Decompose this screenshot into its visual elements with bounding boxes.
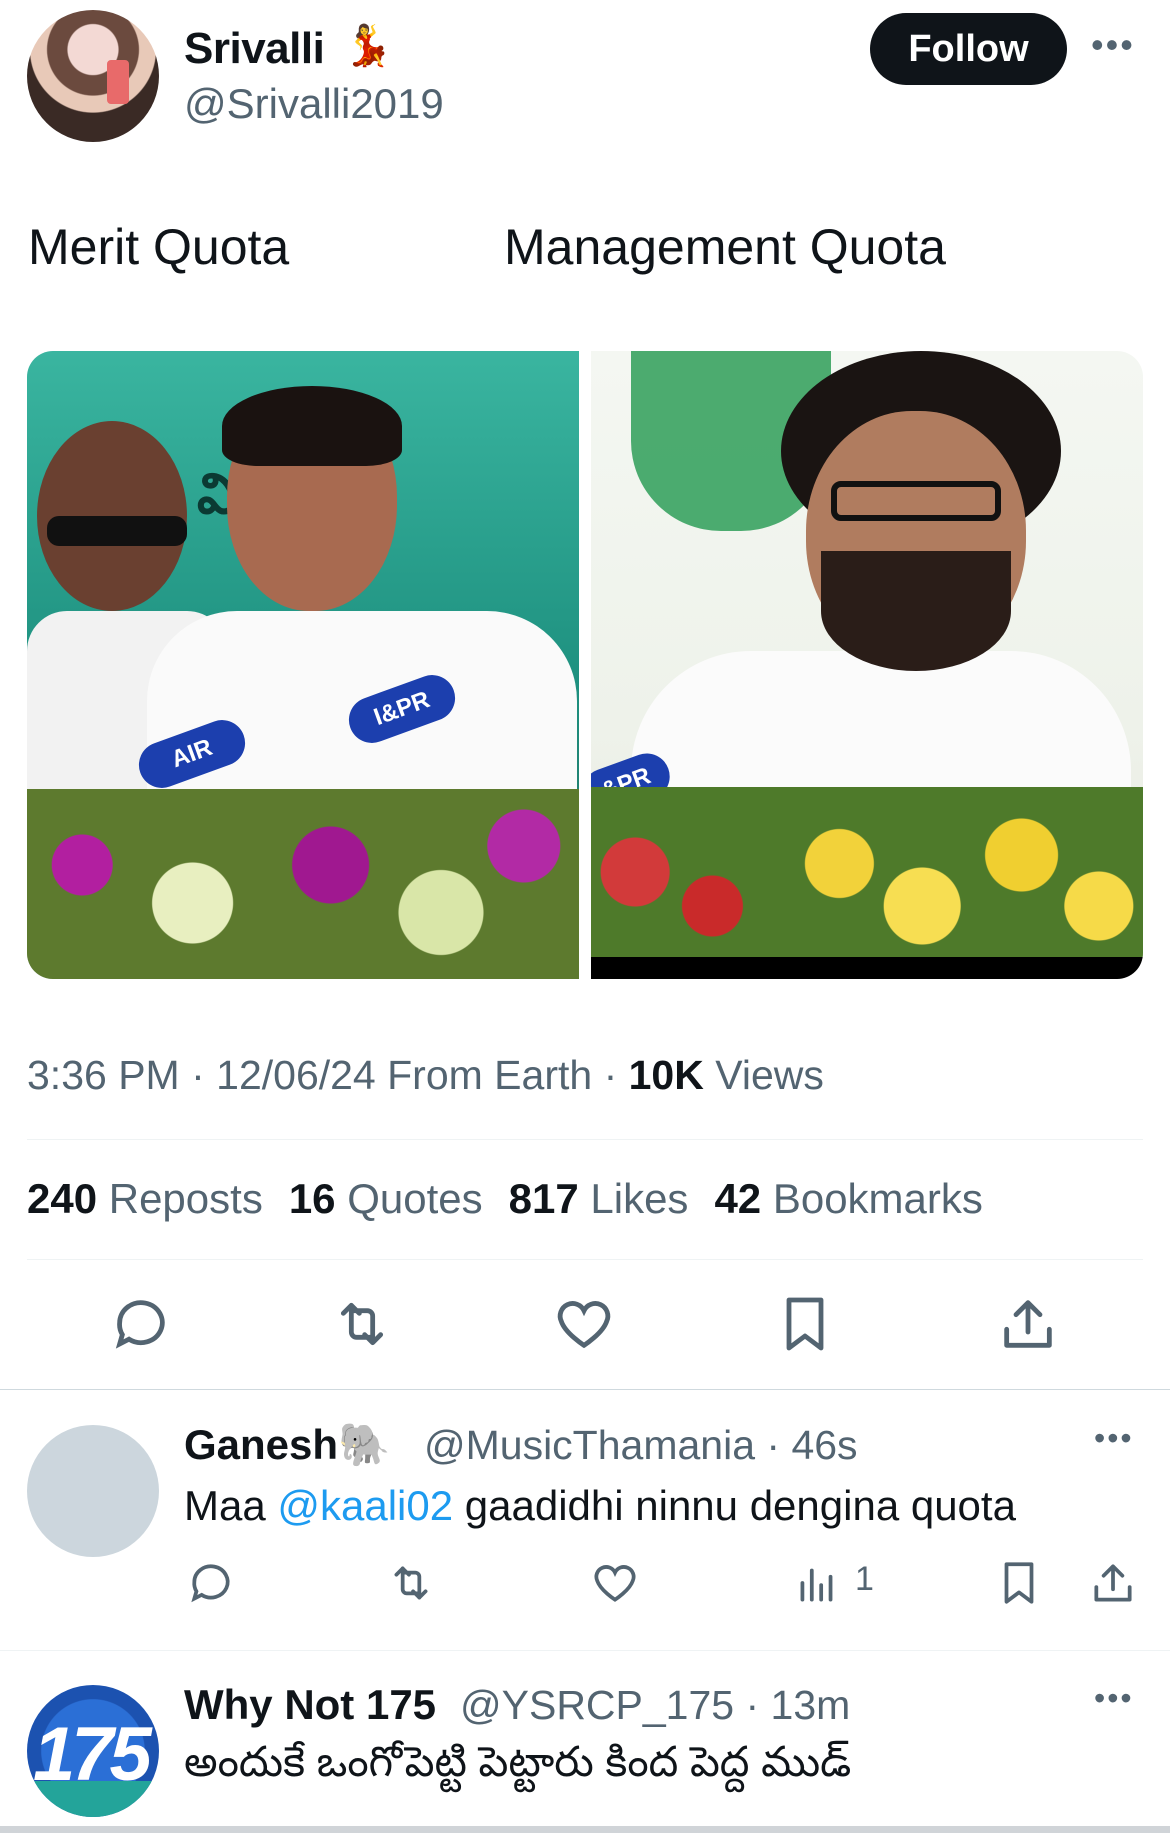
views-count: 1	[855, 1560, 874, 1598]
more-icon[interactable]: •••	[1094, 1420, 1134, 1457]
bookmark-icon[interactable]	[773, 1292, 837, 1356]
reply-text: Maa @kaali02 gaadidhi ninnu dengina quot…	[184, 1482, 1016, 1529]
more-icon[interactable]: •••	[1091, 24, 1135, 66]
like-icon[interactable]	[590, 1558, 640, 1608]
author-avatar[interactable]	[27, 10, 159, 142]
reply-avatar[interactable]: 175	[27, 1685, 159, 1817]
stat-reposts[interactable]: 240 Reposts	[27, 1175, 263, 1223]
tweet-text-merit: Merit Quota	[28, 219, 290, 275]
reply-author-name[interactable]: Ganesh🐘	[184, 1421, 390, 1470]
elephant-emoji-icon: 🐘	[338, 1421, 391, 1468]
tweet-actions	[0, 1292, 1170, 1362]
stat-quotes[interactable]: 16 Quotes	[289, 1175, 483, 1223]
tweet-meta: 3:36 PM · 12/06/24 From Earth · 10K View…	[27, 1052, 824, 1098]
divider	[0, 1650, 1170, 1651]
reply-mention[interactable]: @kaali02	[277, 1482, 453, 1529]
media-image-left[interactable]: విలక AIR I&PR	[27, 351, 579, 979]
tweet-header: Srivalli 💃 @Srivalli2019 Follow •••	[27, 10, 1143, 150]
share-icon[interactable]	[996, 1292, 1060, 1356]
reply-text: అందుకే ఒంగోపెట్టి పెట్టారు కింద పెద్ద ము…	[184, 1738, 852, 1785]
author-name[interactable]: Srivalli	[184, 24, 325, 74]
reply-handle[interactable]: @MusicThamania · 46s	[424, 1422, 858, 1469]
divider	[27, 1139, 1143, 1140]
views-icon[interactable]	[792, 1558, 842, 1608]
divider	[27, 1259, 1143, 1260]
stat-likes[interactable]: 817 Likes	[509, 1175, 689, 1223]
tweet-stats: 240 Reposts 16 Quotes 817 Likes 42 Bookm…	[27, 1175, 983, 1223]
scroll-edge	[0, 1826, 1170, 1833]
views-label: Views	[703, 1052, 824, 1098]
reply-time: · 13m	[734, 1682, 851, 1728]
tweet-date[interactable]: 12/06/24	[216, 1052, 376, 1098]
tweet-time[interactable]: 3:36 PM	[27, 1052, 180, 1098]
author-handle[interactable]: @Srivalli2019	[184, 80, 444, 128]
share-icon[interactable]	[1088, 1558, 1138, 1608]
reply-item[interactable]: 175 Why Not 175 @YSRCP_175 · 13m ••• అంద…	[0, 1680, 1170, 1826]
reply-time: · 46s	[755, 1422, 858, 1468]
media-image-right[interactable]: &PR	[591, 351, 1143, 979]
tweet-media: విలక AIR I&PR &PR	[27, 351, 1143, 979]
stat-bookmarks[interactable]: 42 Bookmarks	[714, 1175, 982, 1223]
reply-item[interactable]: Ganesh🐘 @MusicThamania · 46s ••• Maa @ka…	[0, 1420, 1170, 1650]
bookmark-icon[interactable]	[994, 1558, 1044, 1608]
divider	[0, 1389, 1170, 1390]
more-icon[interactable]: •••	[1094, 1680, 1134, 1717]
reply-author-name[interactable]: Why Not 175	[184, 1681, 436, 1729]
reply-handle[interactable]: @YSRCP_175 · 13m	[460, 1682, 850, 1729]
dancer-emoji-icon: 💃	[343, 24, 393, 68]
repost-icon[interactable]	[330, 1292, 394, 1356]
like-icon[interactable]	[552, 1292, 616, 1356]
repost-icon[interactable]	[386, 1558, 436, 1608]
reply-icon[interactable]	[109, 1292, 173, 1356]
reply-icon[interactable]	[186, 1558, 236, 1608]
follow-button[interactable]: Follow	[870, 13, 1067, 85]
reply-avatar[interactable]	[27, 1425, 159, 1557]
views-count: 10K	[628, 1052, 704, 1098]
tweet-text-management: Management Quota	[504, 219, 946, 275]
tweet-location: From Earth	[375, 1052, 593, 1098]
